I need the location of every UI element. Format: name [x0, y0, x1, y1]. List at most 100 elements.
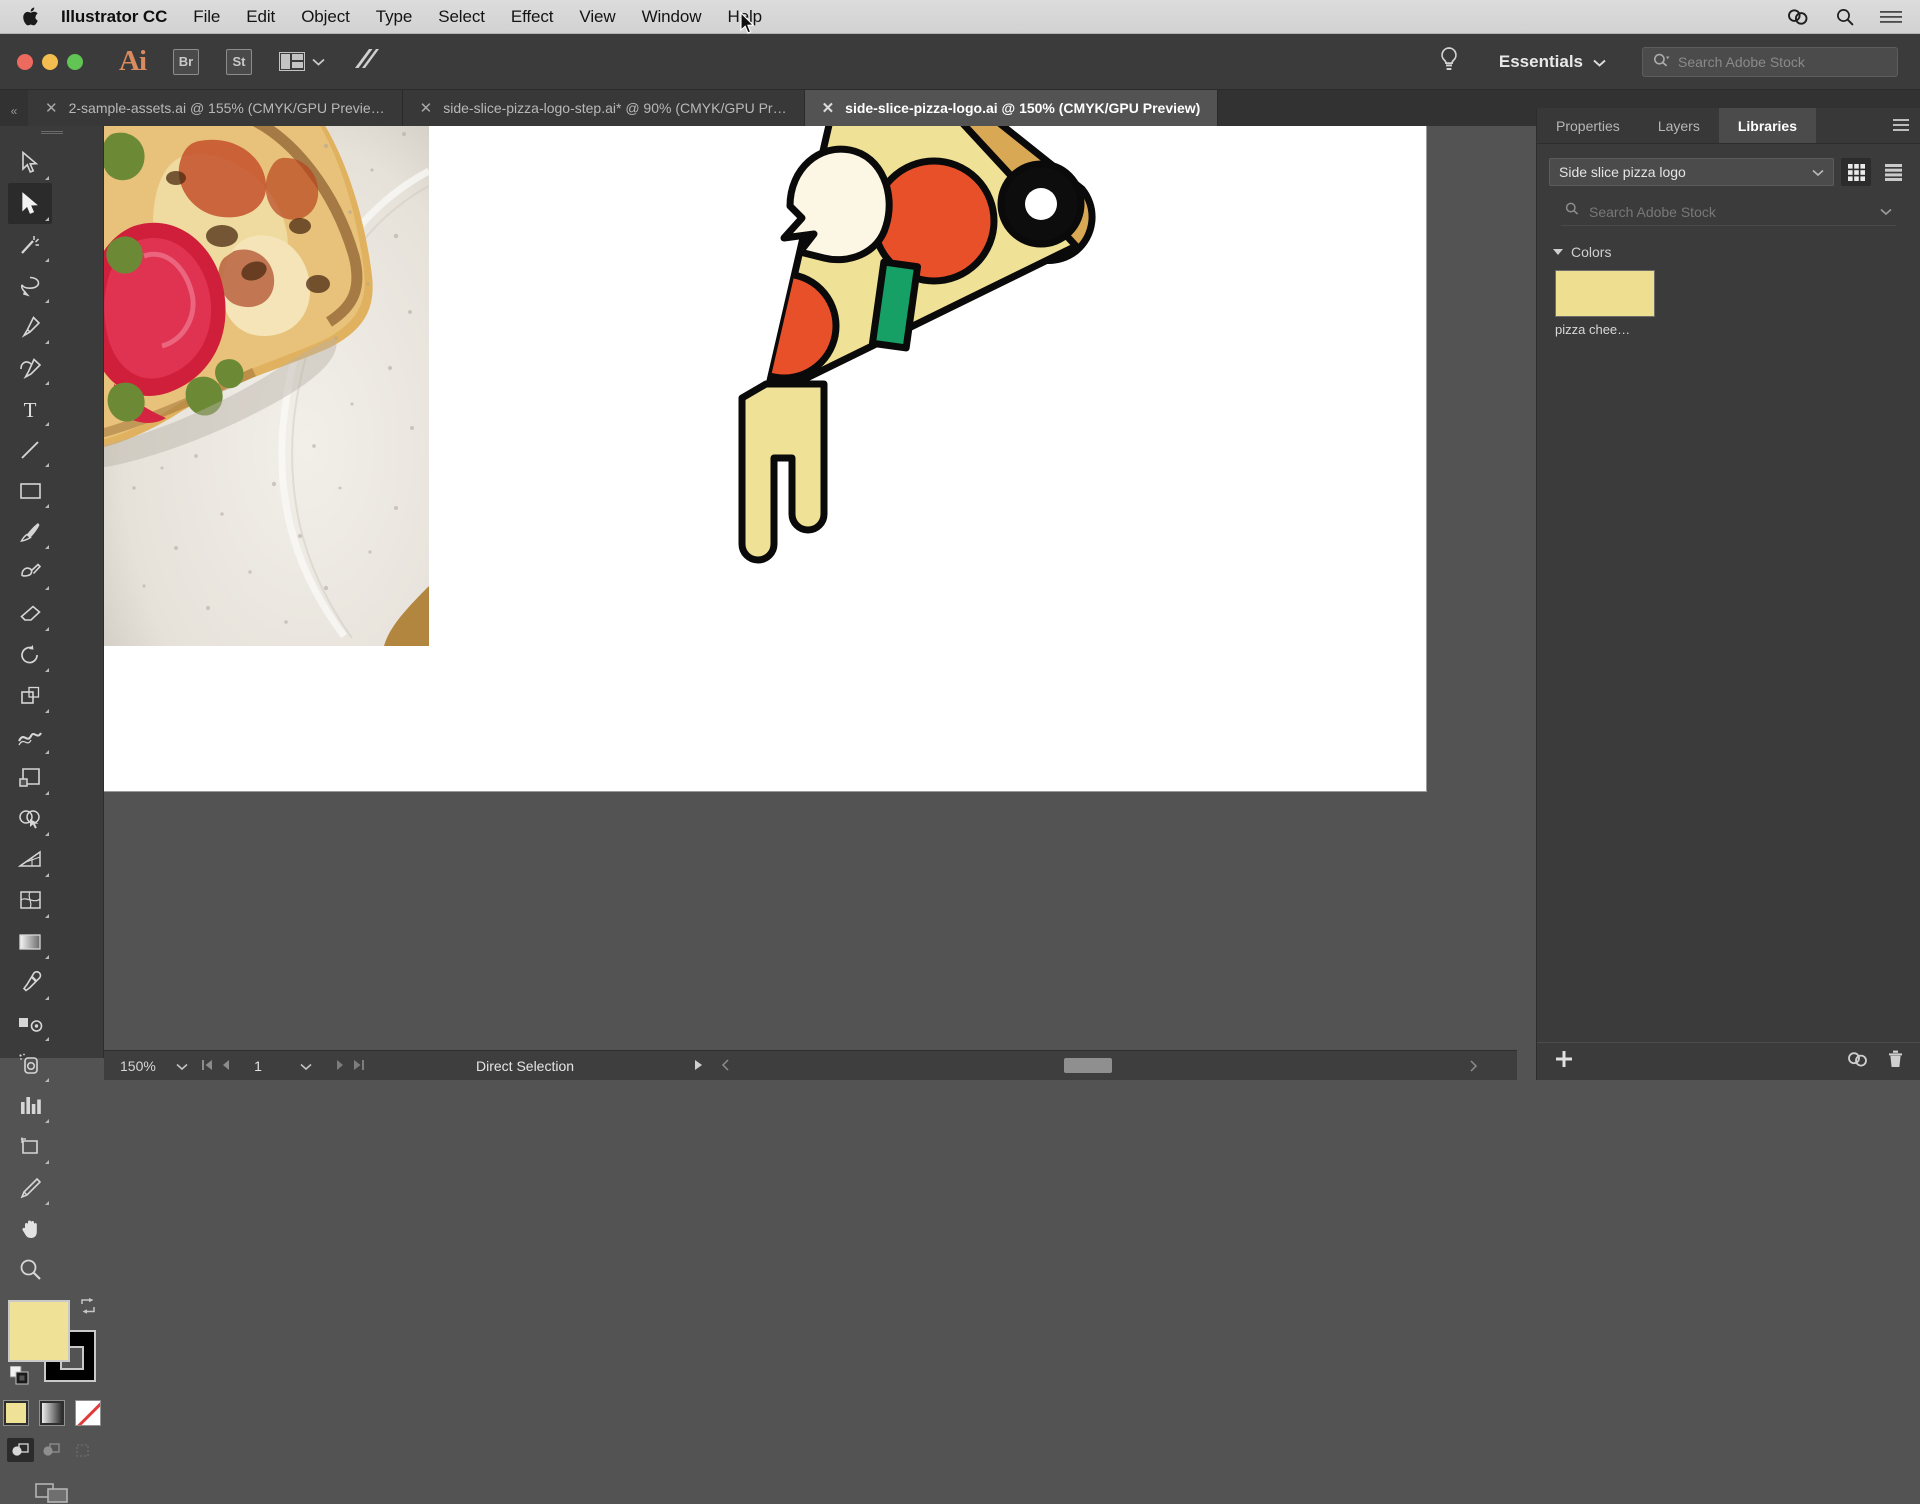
menu-effect[interactable]: Effect — [498, 0, 567, 34]
width-tool[interactable] — [8, 716, 52, 757]
lasso-tool[interactable] — [8, 265, 52, 306]
shaper-tool[interactable] — [8, 552, 52, 593]
maximize-window-button[interactable] — [67, 54, 83, 70]
library-dropdown[interactable]: Side slice pizza logo — [1549, 158, 1834, 186]
apple-menu-icon[interactable] — [14, 6, 48, 27]
menu-object[interactable]: Object — [288, 0, 363, 34]
grid-view-button[interactable] — [1841, 158, 1871, 186]
paintbrush-tool[interactable] — [8, 511, 52, 552]
pen-tool[interactable] — [8, 306, 52, 347]
close-icon[interactable]: ✕ — [822, 101, 835, 116]
spotlight-search-icon[interactable] — [1836, 8, 1854, 26]
hand-tool[interactable] — [8, 1208, 52, 1249]
minimize-window-button[interactable] — [42, 54, 58, 70]
menu-help[interactable]: Help — [714, 0, 775, 34]
add-content-icon[interactable] — [1555, 1050, 1573, 1073]
canvas-horizontal-scrollbar[interactable] — [824, 1055, 1484, 1077]
reference-photo-image[interactable] — [104, 126, 429, 646]
slice-tool[interactable] — [8, 1167, 52, 1208]
gradient-tool[interactable] — [8, 921, 52, 962]
next-artboard-button[interactable] — [336, 1058, 344, 1074]
rotate-tool[interactable] — [8, 634, 52, 675]
panel-options-menu-icon[interactable] — [1893, 108, 1920, 143]
blend-tool[interactable] — [8, 1003, 52, 1044]
stock-search-field[interactable]: Search Adobe Stock — [1642, 47, 1898, 77]
symbol-sprayer-tool[interactable] — [8, 1044, 52, 1085]
pizza-logo-artwork[interactable] — [624, 126, 1244, 686]
rectangle-tool[interactable] — [8, 470, 52, 511]
horizontal-scroll-thumb[interactable] — [1064, 1058, 1112, 1073]
menu-select[interactable]: Select — [425, 0, 498, 34]
default-fill-stroke-icon[interactable] — [10, 1366, 29, 1390]
shape-builder-tool[interactable] — [8, 798, 52, 839]
menu-edit[interactable]: Edit — [233, 0, 288, 34]
artboard-tool[interactable] — [8, 1126, 52, 1167]
menu-app-name[interactable]: Illustrator CC — [48, 7, 180, 27]
none-swatch-button[interactable] — [75, 1400, 101, 1426]
artboard[interactable] — [104, 126, 1426, 791]
status-menu-icon[interactable] — [694, 1058, 703, 1074]
status-resize-grip[interactable] — [721, 1058, 730, 1074]
creative-cloud-icon[interactable] — [1786, 8, 1810, 26]
close-icon[interactable]: ✕ — [420, 101, 433, 116]
stock-button[interactable]: St — [226, 49, 252, 75]
fill-color-swatch[interactable] — [8, 1300, 70, 1362]
type-tool[interactable]: T — [8, 388, 52, 429]
document-tab-1[interactable]: ✕ 2-sample-assets.ai @ 155% (CMYK/GPU Pr… — [28, 90, 403, 126]
tab-properties[interactable]: Properties — [1537, 108, 1639, 143]
zoom-dropdown-icon[interactable] — [162, 1058, 202, 1074]
tab-libraries[interactable]: Libraries — [1719, 108, 1816, 143]
free-transform-tool[interactable] — [8, 757, 52, 798]
delete-icon[interactable] — [1888, 1050, 1903, 1073]
curvature-tool[interactable] — [8, 347, 52, 388]
toolbar-drag-handle[interactable] — [0, 126, 103, 138]
zoom-level-field[interactable]: 150% — [104, 1058, 162, 1074]
control-center-icon[interactable] — [1880, 10, 1902, 24]
library-search-field[interactable]: Search Adobe Stock — [1561, 198, 1896, 226]
line-segment-tool[interactable] — [8, 429, 52, 470]
close-window-button[interactable] — [17, 54, 33, 70]
screen-mode-button[interactable] — [0, 1480, 103, 1504]
arrange-documents-button[interactable] — [279, 52, 325, 71]
column-graph-tool[interactable] — [8, 1085, 52, 1126]
first-artboard-button[interactable] — [202, 1058, 213, 1074]
chevron-down-icon[interactable] — [1880, 203, 1892, 221]
last-artboard-button[interactable] — [353, 1058, 364, 1074]
color-swatch-button[interactable] — [3, 1400, 29, 1426]
document-tab-2[interactable]: ✕ side-slice-pizza-logo-step.ai* @ 90% (… — [403, 90, 805, 126]
current-tool-indicator[interactable]: Direct Selection — [476, 1058, 574, 1074]
menu-file[interactable]: File — [180, 0, 233, 34]
tab-layers[interactable]: Layers — [1639, 108, 1719, 143]
library-color-asset[interactable]: pizza chee… — [1555, 270, 1655, 337]
artboard-dropdown-icon[interactable] — [286, 1058, 326, 1074]
tips-icon[interactable] — [1439, 46, 1459, 78]
selection-tool[interactable] — [8, 142, 52, 183]
list-view-button[interactable] — [1878, 158, 1908, 186]
direct-selection-tool[interactable] — [8, 183, 52, 224]
perspective-grid-tool[interactable] — [8, 839, 52, 880]
scroll-right-arrow[interactable] — [1469, 1059, 1478, 1075]
previous-artboard-button[interactable] — [222, 1058, 230, 1074]
bridge-button[interactable]: Br — [173, 49, 199, 75]
draw-inside-button[interactable] — [69, 1438, 96, 1462]
menu-type[interactable]: Type — [363, 0, 425, 34]
magic-wand-tool[interactable] — [8, 224, 52, 265]
draw-normal-button[interactable] — [7, 1438, 34, 1462]
menu-window[interactable]: Window — [629, 0, 715, 34]
canvas-area[interactable] — [104, 126, 1536, 1058]
collapse-tabs-icon[interactable]: « — [0, 104, 28, 126]
document-tab-3[interactable]: ✕ side-slice-pizza-logo.ai @ 150% (CMYK/… — [805, 90, 1219, 126]
swap-fill-stroke-icon[interactable] — [80, 1298, 96, 1319]
gradient-swatch-button[interactable] — [39, 1400, 65, 1426]
mesh-tool[interactable] — [8, 880, 52, 921]
stylize-button[interactable] — [351, 47, 381, 76]
color-swatch-thumbnail[interactable] — [1555, 270, 1655, 317]
artboard-number-field[interactable]: 1 — [230, 1058, 286, 1074]
workspace-switcher[interactable]: Essentials — [1499, 52, 1606, 72]
eraser-tool[interactable] — [8, 593, 52, 634]
eyedropper-tool[interactable] — [8, 962, 52, 1003]
colors-section-header[interactable]: Colors — [1553, 244, 1920, 260]
zoom-tool[interactable] — [8, 1249, 52, 1290]
creative-cloud-sync-icon[interactable] — [1846, 1051, 1870, 1073]
draw-behind-button[interactable] — [38, 1438, 65, 1462]
